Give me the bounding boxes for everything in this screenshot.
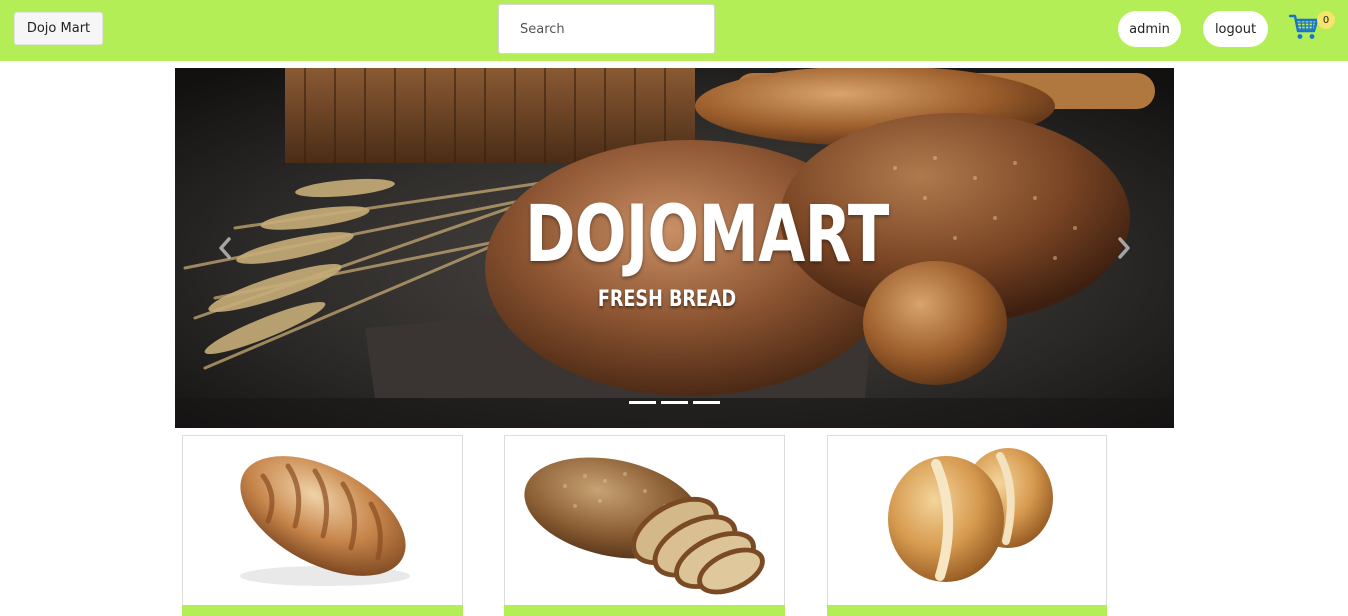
carousel-indicator-1[interactable] [629,401,656,404]
product-card-footer [827,605,1107,616]
product-card[interactable] [827,435,1107,616]
chevron-left-icon[interactable] [213,234,237,262]
bread-loaf-image [240,456,410,586]
shopping-cart-icon[interactable] [1289,13,1319,41]
hero-title: DOJOMART [525,190,889,280]
logout-button[interactable]: logout [1203,11,1268,47]
product-card-footer [504,605,785,616]
product-card[interactable] [182,435,463,616]
carousel-indicator-2[interactable] [661,401,688,404]
bread-rolls-image [888,448,1053,582]
carousel-indicator-3[interactable] [693,401,720,404]
hero-carousel: DOJOMART FRESH BREAD [175,68,1174,428]
brand-button[interactable]: Dojo Mart [14,12,103,45]
search-input[interactable] [498,4,715,54]
cart-count-badge: 0 [1317,11,1335,29]
product-card-footer [182,605,463,616]
sliced-bread-image [524,457,765,595]
admin-button[interactable]: admin [1118,11,1181,47]
product-card[interactable] [504,435,785,616]
carousel-indicators [629,401,720,404]
chevron-right-icon[interactable] [1112,234,1136,262]
top-navbar: Dojo Mart admin logout 0 [0,0,1348,61]
hero-subtitle: FRESH BREAD [597,287,737,312]
